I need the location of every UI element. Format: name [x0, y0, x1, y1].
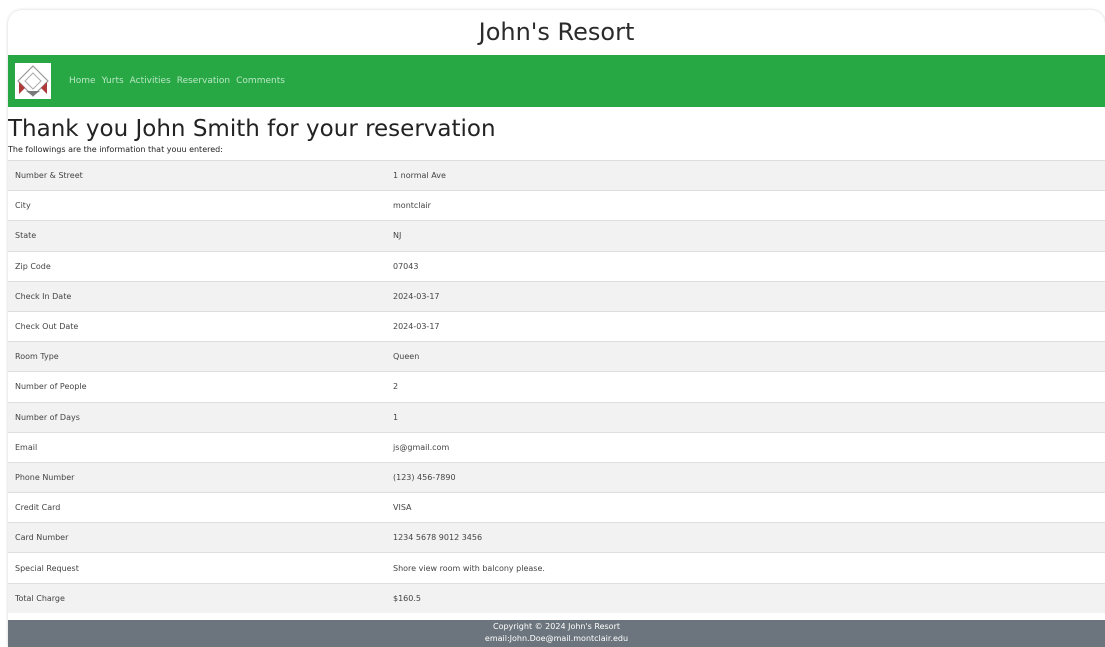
row-value: montclair: [386, 190, 1105, 221]
row-value: 2: [386, 371, 1105, 402]
nav-link-comments[interactable]: Comments: [236, 76, 285, 86]
table-row: Total Charge $160.5: [8, 582, 1105, 613]
reservation-table: Number & Street 1 normal Ave City montcl…: [8, 159, 1105, 613]
table-row: Zip Code 07043: [8, 250, 1105, 282]
table-row: Number & Street 1 normal Ave: [8, 159, 1105, 191]
row-label: City: [8, 190, 386, 221]
row-label: Total Charge: [8, 582, 386, 613]
nav-link-home[interactable]: Home: [69, 76, 96, 86]
site-title: John's Resort: [478, 18, 635, 46]
row-value: Shore view room with balcony please.: [386, 552, 1105, 584]
row-value: (123) 456-7890: [386, 461, 1105, 493]
row-label: Zip Code: [8, 250, 386, 282]
row-label: Check Out Date: [8, 310, 386, 342]
table-row: Email js@gmail.com: [8, 431, 1105, 463]
row-label: State: [8, 220, 386, 252]
table-row: Number of People 2: [8, 371, 1105, 402]
row-value: NJ: [386, 220, 1105, 252]
row-label: Number of Days: [8, 401, 386, 433]
row-value: VISA: [386, 492, 1105, 523]
table-row: Card Number 1234 5678 9012 3456: [8, 522, 1105, 553]
row-value: 2024-03-17: [386, 310, 1105, 342]
table-row: Check Out Date 2024-03-17: [8, 310, 1105, 342]
row-label: Credit Card: [8, 492, 386, 523]
row-label: Phone Number: [8, 461, 386, 493]
row-value: $160.5: [386, 582, 1105, 613]
table-row: Check In Date 2024-03-17: [8, 280, 1105, 312]
row-label: Room Type: [8, 341, 386, 372]
resort-logo[interactable]: [15, 63, 51, 99]
table-row: Number of Days 1: [8, 401, 1105, 433]
row-value: 1 normal Ave: [386, 159, 1105, 191]
footer: Copyright © 2024 John's Resort email:Joh…: [8, 620, 1105, 647]
page-subtext: The followings are the information that …: [8, 145, 223, 154]
row-label: Check In Date: [8, 280, 386, 312]
row-label: Email: [8, 431, 386, 463]
footer-copyright: Copyright © 2024 John's Resort: [493, 622, 620, 631]
row-value: js@gmail.com: [386, 431, 1105, 463]
row-value: Queen: [386, 341, 1105, 372]
table-row: Phone Number (123) 456-7890: [8, 461, 1105, 493]
row-label: Special Request: [8, 552, 386, 584]
row-value: 2024-03-17: [386, 280, 1105, 312]
table-row: State NJ: [8, 220, 1105, 252]
row-value: 1234 5678 9012 3456: [386, 522, 1105, 553]
footer-email: email:John.Doe@mail.montclair.edu: [484, 634, 629, 643]
row-label: Card Number: [8, 522, 386, 553]
row-label: Number & Street: [8, 159, 386, 191]
row-value: 07043: [386, 250, 1105, 282]
table-row: Room Type Queen: [8, 341, 1105, 372]
row-value: 1: [386, 401, 1105, 433]
table-row: Credit Card VISA: [8, 492, 1105, 523]
table-row: Special Request Shore view room with bal…: [8, 552, 1105, 584]
nav-link-activities[interactable]: Activities: [130, 76, 171, 86]
page-frame: John's Resort Home Yurts Activities Rese…: [8, 10, 1105, 647]
table-row: City montclair: [8, 190, 1105, 221]
page-heading: Thank you John Smith for your reservatio…: [8, 116, 496, 142]
nav-link-reservation[interactable]: Reservation: [177, 76, 230, 86]
row-label: Number of People: [8, 371, 386, 402]
nav-link-yurts[interactable]: Yurts: [102, 76, 124, 86]
navbar: Home Yurts Activities Reservation Commen…: [8, 55, 1105, 107]
diamond-logo-icon: [17, 65, 49, 97]
nav-links: Home Yurts Activities Reservation Commen…: [69, 76, 291, 86]
